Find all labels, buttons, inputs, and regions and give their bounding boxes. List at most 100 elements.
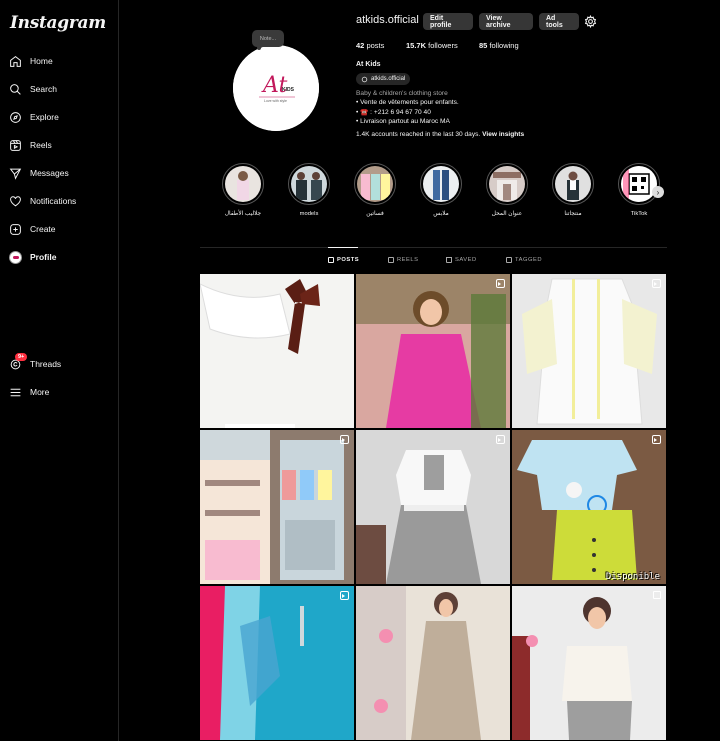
post-image [356,274,510,428]
sidebar-item-profile[interactable]: Profile [9,245,56,269]
sidebar-item-create[interactable]: Create [9,217,56,241]
profile-category: Baby & children's clothing store [356,90,448,97]
plus-square-icon [10,223,21,235]
sidebar-item-reels[interactable]: Reels [9,133,52,157]
note-bubble[interactable]: Note... [252,30,284,50]
post-image [200,274,354,428]
instagram-logo[interactable]: Instagram [10,13,106,33]
sidebar-item-home[interactable]: Home [9,49,53,73]
bio-line: • Livraison partout au Maroc MA [356,117,450,125]
post-thumbnail[interactable] [512,274,666,428]
settings-gear-icon[interactable] [584,15,597,28]
threads-badge: 9+ [15,352,28,361]
highlight-label: ملابس [433,211,449,217]
sidebar-item-label: Profile [30,252,57,262]
tab-tagged[interactable]: TAGGED [506,257,542,263]
threads-small-icon [361,76,368,82]
sidebar-item-search[interactable]: Search [9,77,57,101]
reel-icon [496,279,505,288]
avatar [9,250,22,264]
highlight-label: عنوان المحل [491,211,523,217]
profile-full-name: At Kids [356,61,381,68]
highlight-label: فساتين [366,211,384,217]
sidebar-item-label: More [30,387,50,397]
carousel-icon [653,591,661,599]
view-insights-link[interactable]: View insights [482,131,524,138]
post-image [200,430,354,584]
brand-logo: At KIDS Love with style [233,45,319,131]
tab-saved[interactable]: SAVED [446,257,477,263]
sidebar-item-threads[interactable]: 9+ Threads [9,352,61,376]
logo-sub: KIDS [282,87,295,93]
highlight-label: جلاليب الأطفال [224,211,262,217]
insights-row: 1.4K accounts reached in the last 30 day… [356,131,524,138]
highlights-next-button[interactable]: › [652,186,664,198]
sidebar-item-label: Home [30,56,53,66]
profile-picture[interactable]: At KIDS Love with style [233,45,319,131]
post-image [512,586,666,740]
bookmark-icon [446,257,452,263]
stat-posts[interactable]: 42 posts [356,41,384,50]
highlight-item[interactable]: جلاليب الأطفال [220,163,266,217]
messages-icon [9,168,22,180]
reels-icon [388,257,394,263]
compass-icon [10,111,21,123]
highlight-item[interactable]: منتجاتنا [550,163,596,217]
bio-line: • ☎️ : +212 6 94 67 70 40 [356,108,431,116]
ad-tools-button[interactable]: Ad tools [539,13,579,30]
sidebar-item-notifications[interactable]: Notifications [9,189,76,213]
highlight-label: TikTok [630,211,648,217]
threads-handle-tag[interactable]: atkids.official [356,73,411,85]
post-image [356,430,510,584]
post-overlay-text: Disponible [605,572,660,582]
highlight-item[interactable]: عنوان المحل [484,163,530,217]
stat-followers[interactable]: 15.7K followers [406,41,458,50]
logo-text: At [261,73,288,98]
sidebar-item-more[interactable]: More [9,380,49,404]
tab-reels[interactable]: REELS [388,257,419,263]
search-icon [10,83,21,95]
tab-posts[interactable]: POSTS [328,257,359,263]
highlight-item[interactable]: ملابس [418,163,464,217]
highlight-label: models [299,211,319,217]
sidebar-item-label: Reels [30,140,52,150]
reel-icon [652,279,661,288]
threads-handle: atkids.official [371,76,406,82]
sidebar-item-label: Create [30,224,56,234]
post-thumbnail[interactable]: Disponible [512,430,666,584]
post-thumbnail[interactable] [200,586,354,740]
sidebar-item-label: Explore [30,112,59,122]
highlight-item[interactable]: models [286,163,332,217]
sidebar-item-messages[interactable]: Messages [9,161,69,185]
post-image [356,586,510,740]
view-archive-button[interactable]: View archive [479,13,533,30]
insights-text: 1.4K accounts reached in the last 30 day… [356,131,481,138]
post-thumbnail[interactable] [200,430,354,584]
menu-icon [10,388,21,396]
home-icon [10,55,21,67]
reels-icon [10,139,21,151]
post-thumbnail[interactable] [356,430,510,584]
sidebar-item-label: Notifications [30,196,77,206]
sidebar: Instagram Home Search Explore Reels Mess… [0,0,119,741]
threads-icon-wrap: 9+ [9,352,28,371]
sidebar-item-label: Threads [30,359,62,369]
highlight-label: منتجاتنا [564,211,582,217]
post-image [512,430,666,584]
tabs-divider [200,247,667,248]
edit-profile-button[interactable]: Edit profile [423,13,473,30]
sidebar-item-explore[interactable]: Explore [9,105,59,129]
post-thumbnail[interactable] [200,274,354,428]
post-thumbnail[interactable] [512,586,666,740]
reel-icon [340,435,349,444]
post-thumbnail[interactable] [356,586,510,740]
highlight-item[interactable]: فساتين [352,163,398,217]
post-thumbnail[interactable] [356,274,510,428]
reel-icon [496,435,505,444]
stat-following[interactable]: 85 following [479,41,519,50]
tab-active-indicator [328,247,358,248]
logo-tagline: Love with style [264,99,287,103]
profile-username: atkids.official [356,14,419,26]
sidebar-item-label: Messages [30,168,69,178]
grid-icon [328,257,334,263]
